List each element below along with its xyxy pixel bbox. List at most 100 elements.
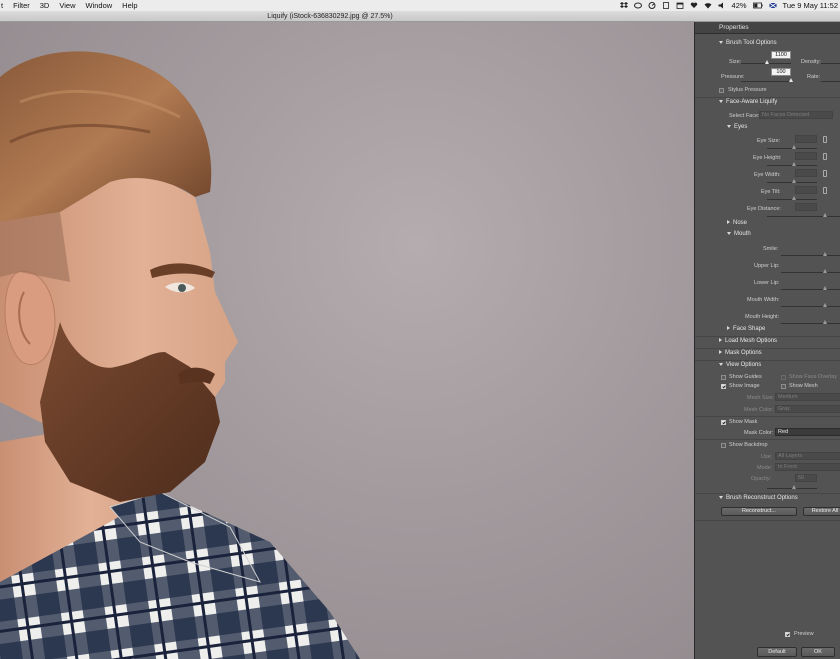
clock[interactable]: Tue 9 May 11:52	[783, 1, 838, 10]
mesh-size-dropdown[interactable]: Medium	[775, 393, 840, 401]
smile-slider-track[interactable]	[781, 255, 840, 256]
reconstruct-button[interactable]: Reconstruct...	[721, 507, 797, 516]
creative-cloud-icon[interactable]	[633, 2, 642, 9]
upper-lip-slider-track[interactable]	[781, 272, 840, 273]
show-backdrop-checkbox[interactable]	[721, 443, 726, 448]
show-guides-checkbox[interactable]	[721, 375, 726, 380]
ok-button[interactable]: OK	[801, 647, 835, 657]
size-field[interactable]: 1100	[771, 51, 791, 59]
dropbox-icon[interactable]	[619, 2, 628, 9]
mouth-width-slider-track[interactable]	[781, 306, 840, 307]
section-face-aware-liquify[interactable]: Face-Aware Liquify	[695, 99, 840, 109]
subsection-title: Mouth	[734, 231, 751, 237]
pressure-slider-thumb[interactable]	[789, 78, 793, 82]
menu-item-view[interactable]: View	[59, 1, 75, 10]
section-title: View Options	[726, 362, 762, 368]
mesh-color-dropdown[interactable]: Gray	[775, 405, 840, 413]
collapse-triangle-icon	[719, 40, 723, 44]
eye-width-slider-thumb[interactable]	[792, 179, 796, 183]
subsection-eyes[interactable]: Eyes	[695, 124, 840, 134]
mouth-width-label: Mouth Width:	[747, 297, 780, 303]
notification-icon[interactable]	[662, 2, 670, 9]
opacity-slider-thumb[interactable]	[792, 485, 796, 489]
density-slider-track[interactable]	[821, 63, 840, 64]
menu-item-window[interactable]: Window	[85, 1, 112, 10]
mouth-height-slider-thumb[interactable]	[823, 320, 827, 324]
eye-distance-label: Eye Distance:	[747, 206, 781, 212]
eye-distance-slider-track[interactable]	[767, 216, 840, 217]
volume-icon[interactable]	[718, 2, 726, 9]
menu-item-help[interactable]: Help	[122, 1, 137, 10]
section-mask-options[interactable]: Mask Options	[695, 350, 840, 360]
show-face-overlay-checkbox[interactable]	[781, 375, 786, 380]
collapse-triangle-icon	[727, 124, 731, 128]
mode-dropdown[interactable]: In Front	[775, 463, 840, 471]
upper-lip-slider-thumb[interactable]	[823, 269, 827, 273]
eye-tilt-slider-thumb[interactable]	[792, 196, 796, 200]
subsection-mouth[interactable]: Mouth	[695, 231, 840, 241]
window-title-bar: Liquify (iStock-636830292.jpg @ 27.5%)	[0, 11, 840, 22]
size-slider-thumb[interactable]	[765, 60, 769, 64]
section-brush-reconstruct-options[interactable]: Brush Reconstruct Options	[695, 495, 840, 505]
smile-slider-thumb[interactable]	[823, 252, 827, 256]
lower-lip-slider-track[interactable]	[781, 289, 840, 290]
subsection-face-shape[interactable]: Face Shape	[695, 326, 840, 336]
menu-item-partial[interactable]: t	[1, 1, 3, 10]
eye-distance-field[interactable]	[795, 203, 817, 211]
expand-triangle-icon	[719, 350, 722, 355]
section-title: Load Mesh Options	[725, 338, 778, 344]
wifi-icon[interactable]	[704, 2, 712, 9]
eye-tilt-field[interactable]	[795, 186, 817, 194]
eye-size-field[interactable]	[795, 135, 817, 143]
lower-lip-slider-thumb[interactable]	[823, 286, 827, 290]
opacity-field[interactable]: 50	[795, 474, 817, 482]
portrait-image	[0, 51, 360, 659]
preview-checkbox[interactable]	[785, 632, 790, 637]
section-brush-tool-options[interactable]: Brush Tool Options	[695, 40, 840, 50]
restore-all-button[interactable]: Restore All	[803, 507, 840, 516]
link-icon[interactable]	[823, 187, 827, 194]
eye-height-slider-thumb[interactable]	[792, 162, 796, 166]
smile-label: Smile:	[763, 246, 779, 252]
mask-color-dropdown[interactable]: Red	[775, 428, 840, 436]
show-mask-checkbox[interactable]	[721, 420, 726, 425]
default-button[interactable]: Default	[757, 647, 797, 657]
eye-height-field[interactable]	[795, 152, 817, 160]
mouth-height-slider-track[interactable]	[781, 323, 840, 324]
eye-height-label: Eye Height:	[753, 155, 782, 161]
flag-icon[interactable]	[768, 2, 777, 9]
mouth-width-slider-thumb[interactable]	[823, 303, 827, 307]
section-load-mesh-options[interactable]: Load Mesh Options	[695, 338, 840, 348]
use-dropdown[interactable]: All Layers	[775, 452, 840, 460]
mesh-size-label: Mesh Size:	[747, 395, 775, 401]
show-image-checkbox[interactable]	[721, 384, 726, 389]
upper-lip-label: Upper Lip:	[754, 263, 780, 269]
eye-width-field[interactable]	[795, 169, 817, 177]
menu-item-filter[interactable]: Filter	[13, 1, 30, 10]
heart-icon[interactable]	[690, 2, 698, 9]
select-face-dropdown[interactable]: No Faces Detected	[759, 111, 833, 119]
mask-color-label: Mask Color:	[744, 430, 774, 436]
battery-icon[interactable]	[752, 2, 763, 9]
section-view-options[interactable]: View Options	[695, 362, 840, 372]
liquify-canvas[interactable]	[0, 22, 694, 659]
section-title: Brush Tool Options	[726, 40, 777, 46]
pressure-field[interactable]: 100	[771, 68, 791, 76]
calendar-icon[interactable]	[676, 2, 684, 9]
link-icon[interactable]	[823, 136, 827, 143]
expand-triangle-icon	[727, 220, 730, 225]
pressure-slider-track[interactable]	[741, 81, 791, 82]
eye-distance-slider-thumb[interactable]	[823, 213, 827, 217]
show-mesh-checkbox[interactable]	[781, 384, 786, 389]
link-icon[interactable]	[823, 153, 827, 160]
collapse-triangle-icon	[719, 495, 723, 499]
menu-item-3d[interactable]: 3D	[40, 1, 50, 10]
menu-list: t Filter 3D View Window Help	[0, 1, 138, 10]
subsection-nose[interactable]: Nose	[695, 220, 840, 230]
link-icon[interactable]	[823, 170, 827, 177]
rate-slider-track[interactable]	[821, 81, 840, 82]
eye-size-slider-thumb[interactable]	[792, 145, 796, 149]
stylus-pressure-checkbox[interactable]	[719, 88, 724, 93]
dashboard-icon[interactable]	[648, 2, 656, 9]
show-backdrop-label: Show Backdrop	[729, 442, 768, 448]
